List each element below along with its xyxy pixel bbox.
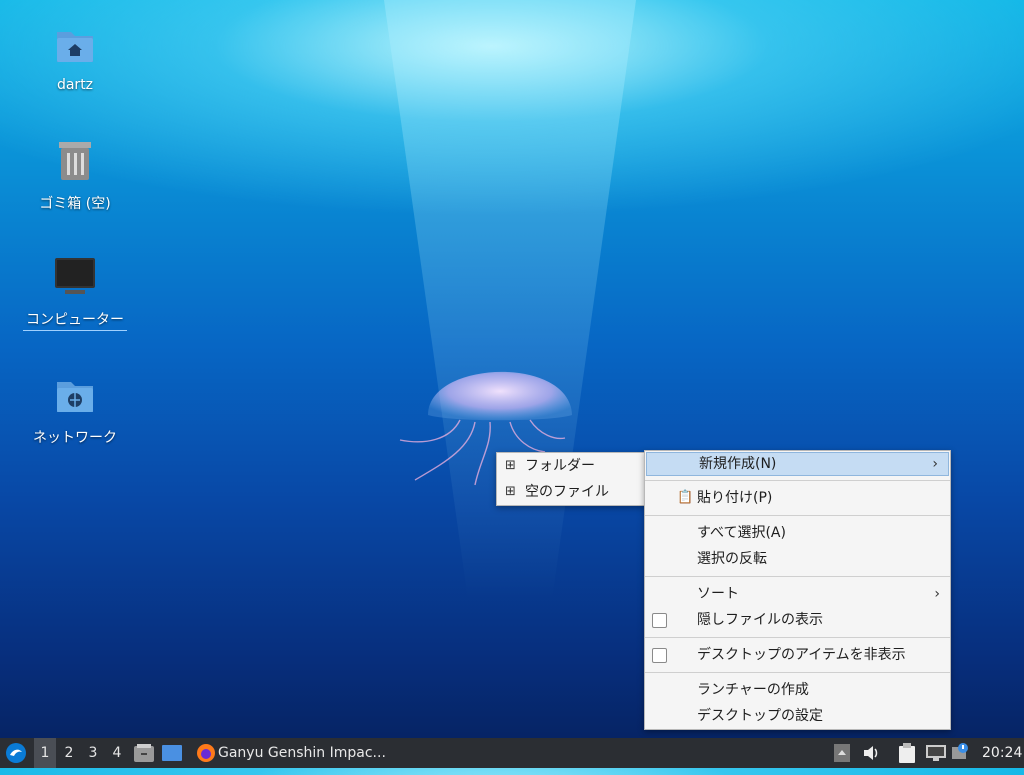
workspace-1[interactable]: 1 <box>34 738 56 768</box>
home-folder-icon <box>51 22 99 70</box>
submenu-item-folder[interactable]: ⊞ フォルダー <box>497 453 645 479</box>
update-notifier-button[interactable] <box>952 738 974 768</box>
menu-item-label: デスクトップのアイテムを非表示 <box>697 647 906 663</box>
menu-separator <box>645 480 950 481</box>
menu-separator <box>645 515 950 516</box>
menu-item-new[interactable]: 新規作成(N) › <box>646 452 949 476</box>
menu-item-label: 新規作成(N) <box>699 456 777 472</box>
desktop-icon <box>162 745 182 761</box>
desktop-icon-label: ネットワーク <box>33 430 117 446</box>
desktop-icon-network[interactable]: ネットワーク <box>20 372 130 448</box>
hide-items-checkbox[interactable] <box>652 648 667 663</box>
new-submenu: ⊞ フォルダー ⊞ 空のファイル <box>496 452 646 506</box>
desktop-icon-trash[interactable]: ゴミ箱 (空) <box>20 138 130 214</box>
workspace-3[interactable]: 3 <box>82 738 104 768</box>
menu-item-hide-desktop-items[interactable]: デスクトップのアイテムを非表示 <box>645 642 950 668</box>
menu-item-label: 選択の反転 <box>697 551 767 567</box>
chevron-right-icon: › <box>934 586 940 602</box>
computer-icon <box>51 254 99 302</box>
network-tray-button[interactable] <box>926 738 948 768</box>
window-title: Ganyu Genshin Impac... <box>218 745 386 761</box>
add-file-icon: ⊞ <box>505 484 516 499</box>
desktop-icon-label: dartz <box>56 77 94 93</box>
menu-item-desktop-settings[interactable]: デスクトップの設定 <box>645 703 950 729</box>
menu-item-label: デスクトップの設定 <box>697 708 823 724</box>
speaker-icon <box>864 746 878 760</box>
taskbar-window-button[interactable]: Ganyu Genshin Impac... <box>192 738 392 768</box>
clipboard-tray-button[interactable] <box>898 738 920 768</box>
start-menu-button[interactable] <box>2 738 30 768</box>
workspace-4[interactable]: 4 <box>106 738 128 768</box>
trash-icon <box>51 138 99 186</box>
tray-expand-button[interactable] <box>834 738 852 768</box>
clipboard-icon <box>899 743 915 763</box>
menu-item-invert-selection[interactable]: 選択の反転 <box>645 546 950 572</box>
menu-item-sort[interactable]: ソート › <box>645 581 950 607</box>
menu-item-label: すべて選択(A) <box>697 525 786 541</box>
submenu-item-empty-file[interactable]: ⊞ 空のファイル <box>497 479 645 505</box>
file-manager-launcher[interactable] <box>134 738 156 768</box>
volume-button[interactable] <box>862 738 882 768</box>
menu-separator <box>645 576 950 577</box>
update-icon <box>952 743 968 759</box>
submenu-item-label: フォルダー <box>525 458 595 474</box>
network-icon <box>926 745 946 761</box>
menu-item-select-all[interactable]: すべて選択(A) <box>645 520 950 546</box>
network-folder-icon <box>51 372 99 420</box>
menu-item-label: ランチャーの作成 <box>697 682 809 698</box>
file-manager-icon <box>134 744 154 762</box>
taskbar: 1 2 3 4 Ganyu Genshin Impac... 20:24 <box>0 738 1024 768</box>
desktop-icon-label: ゴミ箱 (空) <box>39 196 111 212</box>
clock[interactable]: 20:24 <box>982 738 1022 768</box>
menu-item-label: 貼り付け(P) <box>697 490 773 506</box>
firefox-icon <box>197 744 215 762</box>
desktop-icon-computer[interactable]: コンピューター <box>20 254 130 331</box>
desktop-icon-home[interactable]: dartz <box>20 22 130 94</box>
menu-item-show-hidden[interactable]: 隠しファイルの表示 <box>645 607 950 633</box>
submenu-item-label: 空のファイル <box>525 484 609 500</box>
desktop[interactable]: dartz ゴミ箱 (空) コンピューター ネットワーク ⊞ フォルダー ⊞ 空… <box>0 0 1024 738</box>
show-desktop-button[interactable] <box>162 738 184 768</box>
clipboard-icon: 📋 <box>677 490 694 505</box>
desktop-icon-label: コンピューター <box>23 308 127 331</box>
chevron-right-icon: › <box>932 456 938 472</box>
add-folder-icon: ⊞ <box>505 458 516 473</box>
lubuntu-logo-icon <box>6 743 26 763</box>
menu-item-paste[interactable]: 📋 貼り付け(P) <box>645 485 950 511</box>
menu-item-create-launcher[interactable]: ランチャーの作成 <box>645 677 950 703</box>
tray-arrow-icon <box>834 744 850 762</box>
menu-separator <box>645 637 950 638</box>
desktop-context-menu: 新規作成(N) › 📋 貼り付け(P) すべて選択(A) 選択の反転 ソート ›… <box>644 450 951 730</box>
menu-item-label: ソート <box>697 586 739 602</box>
menu-item-label: 隠しファイルの表示 <box>697 612 823 628</box>
show-hidden-checkbox[interactable] <box>652 613 667 628</box>
menu-separator <box>645 672 950 673</box>
workspace-2[interactable]: 2 <box>58 738 80 768</box>
